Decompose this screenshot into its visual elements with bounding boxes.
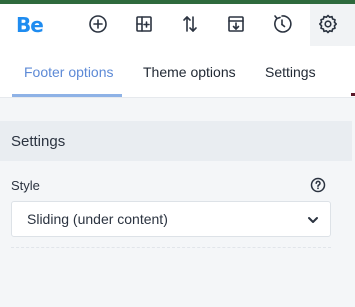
style-select-value: Sliding (under content) — [27, 211, 168, 227]
tabs-divider — [0, 97, 355, 98]
add-circle-icon[interactable] — [86, 12, 110, 36]
field-divider — [11, 247, 331, 248]
edge-mark — [351, 93, 355, 96]
section-title: Settings — [11, 133, 66, 150]
tab-theme-options[interactable]: Theme options — [143, 64, 236, 80]
import-icon[interactable] — [224, 12, 248, 36]
tab-bar: Footer options Theme options Settings — [0, 46, 355, 98]
style-field-label: Style — [11, 178, 40, 193]
gear-icon[interactable] — [316, 12, 340, 36]
chevron-down-icon — [306, 213, 320, 227]
tab-settings[interactable]: Settings — [265, 64, 316, 80]
toolbar: Be — [0, 4, 355, 46]
sort-arrows-icon[interactable] — [178, 12, 202, 36]
tab-footer-options[interactable]: Footer options — [24, 64, 114, 80]
style-select[interactable]: Sliding (under content) — [11, 201, 331, 237]
be-logo: Be — [16, 13, 44, 37]
add-section-icon[interactable] — [132, 12, 156, 36]
help-circle-icon[interactable] — [310, 177, 326, 193]
history-icon[interactable] — [270, 12, 294, 36]
